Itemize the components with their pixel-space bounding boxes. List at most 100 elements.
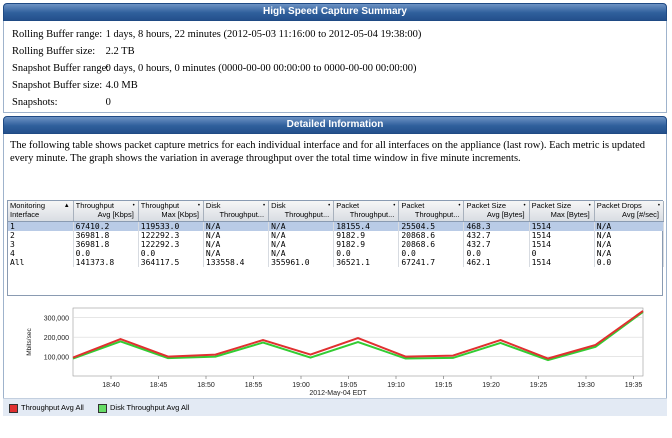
table-cell: 3 — [8, 239, 74, 249]
column-header-6[interactable]: Packet Throughput... • — [398, 201, 465, 222]
table-row[interactable]: 3 36981.8 122292.3 N/A N/A 9182.9 20868.6 432.7… — [8, 239, 665, 249]
summary-row-rolling-size: Rolling Buffer size: 2.2 TB — [12, 46, 135, 57]
column-header-0[interactable]: Monitoring Interface ▲ — [8, 201, 74, 222]
sort-icon[interactable]: • — [263, 202, 265, 211]
column-header-2[interactable]: Throughput Max [Kbps] • — [138, 201, 204, 222]
summary-row-snapshots: Snapshots: 0 — [12, 97, 111, 108]
x-tick-label: 19:35 — [625, 382, 643, 389]
sort-icon[interactable]: • — [658, 202, 660, 211]
y-tick-label: 100,000 — [44, 355, 69, 362]
table-cell: 122292.3 — [138, 230, 204, 240]
legend-item-throughput[interactable]: Throughput Avg All — [9, 403, 84, 413]
table-cell: 0 — [529, 248, 595, 258]
column-header-line2: Throughput... — [284, 210, 330, 219]
table-row[interactable]: All 141373.8 364117.5 133558.4 355961.0 36521… — [8, 257, 665, 267]
column-header-5[interactable]: Packet Throughput... • — [333, 201, 400, 222]
x-tick-label: 19:00 — [292, 382, 310, 389]
throughput-chart: 100,000 200,000 300,000 18:40 18:45 18:50 18:5… — [26, 307, 644, 396]
summary-label: Snapshots: — [12, 97, 58, 108]
x-tick-label: 19:25 — [530, 382, 548, 389]
x-tick-label: 19:05 — [340, 382, 358, 389]
sort-icon[interactable]: • — [133, 202, 135, 211]
sort-icon[interactable]: • — [458, 202, 460, 211]
summary-row-snapshot-size: Snapshot Buffer size: 4.0 MB — [12, 80, 138, 91]
summary-value: 1 days, 8 hours, 22 minutes (2012-05-03 … — [105, 29, 422, 40]
table-cell: 67241.7 — [398, 257, 465, 267]
x-tick-label: 18:40 — [102, 382, 120, 389]
table-cell: N/A — [268, 230, 335, 240]
legend-label: Disk Throughput Avg All — [110, 403, 190, 412]
table-cell: 1514 — [529, 239, 595, 249]
legend-item-disk-throughput[interactable]: Disk Throughput Avg All — [98, 403, 189, 413]
table-cell: 20868.6 — [398, 239, 465, 249]
summary-label: Snapshot Buffer range: — [12, 63, 110, 74]
detail-panel-header: Detailed Information — [3, 116, 667, 134]
table-cell: N/A — [203, 221, 270, 231]
legend-swatch-green — [98, 403, 107, 413]
summary-row-snapshot-range: Snapshot Buffer range: 0 days, 0 hours, … — [12, 63, 417, 74]
column-header-line1: Disk — [205, 201, 221, 210]
column-header-3[interactable]: Disk Throughput... • — [203, 201, 270, 222]
table-cell: 1 — [8, 221, 74, 231]
table-cell: N/A — [594, 239, 665, 249]
summary-value: 4.0 MB — [105, 80, 138, 91]
table-row[interactable]: 2 36981.8 122292.3 N/A N/A 9182.9 20868.6 432.7… — [8, 230, 665, 240]
sort-icon[interactable]: • — [393, 202, 395, 211]
table-cell: 9182.9 — [333, 230, 400, 240]
column-header-line2: Throughput... — [414, 210, 460, 219]
column-header-9[interactable]: Packet Drops Avg [#/sec] • — [594, 201, 665, 222]
table-cell: 432.7 — [463, 230, 530, 240]
summary-label: Snapshot Buffer size: — [12, 80, 103, 91]
table-header-row: Monitoring Interface ▲ Throughput Avg [Kbps]… — [8, 201, 665, 222]
table-cell: 36981.8 — [73, 239, 139, 249]
column-header-line2: Avg [Kbps] — [97, 210, 134, 219]
column-header-line1: Throughput — [140, 201, 180, 210]
x-tick-label: 19:20 — [482, 382, 500, 389]
column-header-line2: Avg [#/sec] — [622, 210, 659, 219]
sort-icon[interactable]: • — [328, 202, 330, 211]
sort-icon[interactable]: • — [524, 202, 526, 211]
column-header-line1: Packet Size — [531, 201, 572, 210]
table-cell: 122292.3 — [138, 239, 204, 249]
table-cell: 133558.4 — [203, 257, 270, 267]
column-header-7[interactable]: Packet Size Avg [Bytes] • — [463, 201, 530, 222]
table-cell: 462.1 — [463, 257, 530, 267]
table-cell: N/A — [268, 221, 335, 231]
table-row[interactable]: 1 67410.2 119533.0 N/A N/A 18155.4 25504.5 468.… — [8, 221, 665, 231]
summary-label: Rolling Buffer size: — [12, 46, 96, 57]
table-cell: 119533.0 — [138, 221, 204, 231]
column-header-4[interactable]: Disk Throughput... • — [268, 201, 335, 222]
detail-panel: The following table shows packet capture… — [3, 134, 667, 416]
table-cell: 2 — [8, 230, 74, 240]
x-tick-label: 18:50 — [197, 382, 215, 389]
column-header-line2: Max [Kbps] — [161, 210, 199, 219]
table-cell: 141373.8 — [73, 257, 139, 267]
table-cell: 0.0 — [333, 248, 400, 258]
table-row[interactable]: 4 0.0 0.0 N/A N/A 0.0 0.0 0.0 0 N/A — [8, 248, 665, 258]
sort-icon[interactable]: • — [198, 202, 200, 211]
table-cell: N/A — [203, 239, 270, 249]
column-header-line1: Packet Size — [466, 201, 507, 210]
table-cell: 18155.4 — [333, 221, 400, 231]
column-header-8[interactable]: Packet Size Max [Bytes] • — [529, 201, 595, 222]
table-cell: 0.0 — [73, 248, 139, 258]
sort-icon[interactable]: ▲ — [64, 202, 70, 211]
column-header-1[interactable]: Throughput Avg [Kbps] • — [73, 201, 139, 222]
table-cell: 1514 — [529, 230, 595, 240]
column-header-line2: Throughput... — [349, 210, 395, 219]
legend-label: Throughput Avg All — [21, 403, 84, 412]
y-tick-label: 300,000 — [44, 316, 69, 323]
table-cell: 20868.6 — [398, 230, 465, 240]
x-tick-label: 19:15 — [435, 382, 453, 389]
column-header-line1: Throughput — [75, 201, 115, 210]
table-cell: 67410.2 — [73, 221, 139, 231]
column-header-line2: Avg [Bytes] — [486, 210, 525, 219]
column-header-line1: Packet — [336, 201, 360, 210]
table-cell: 432.7 — [463, 239, 530, 249]
table-cell: 1514 — [529, 257, 595, 267]
sort-icon[interactable]: • — [589, 202, 591, 211]
table-cell: 36521.1 — [333, 257, 400, 267]
column-header-line1: Monitoring — [10, 201, 46, 210]
chart-legend: Throughput Avg All Disk Throughput Avg A… — [3, 398, 667, 416]
table-cell: N/A — [203, 230, 270, 240]
